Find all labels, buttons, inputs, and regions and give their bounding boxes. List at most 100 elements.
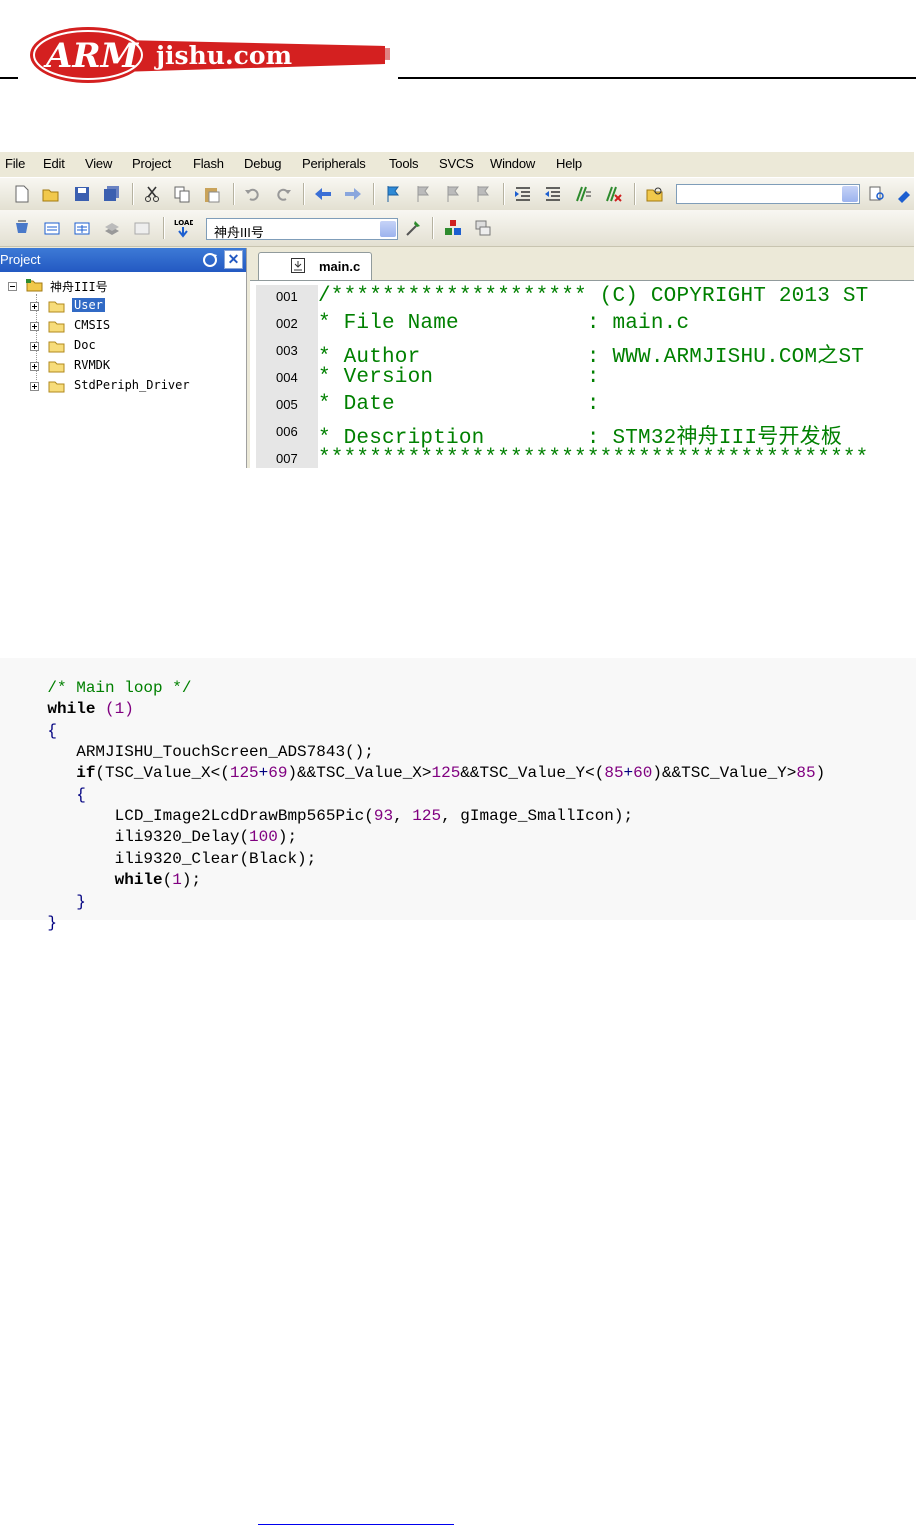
- code-line: /******************** (C) COPYRIGHT 2013…: [318, 285, 869, 308]
- menu-svcs[interactable]: SVCS: [439, 156, 474, 171]
- snippet-line: {: [9, 768, 86, 804]
- copy-icon[interactable]: [173, 185, 191, 203]
- menu-flash[interactable]: Flash: [193, 156, 224, 171]
- manage-components-icon[interactable]: [444, 219, 462, 237]
- line-number: 003: [276, 343, 298, 358]
- tree-folder-rvmdk[interactable]: RVMDK: [30, 358, 240, 376]
- source-file-icon: [291, 258, 305, 273]
- chevron-down-icon[interactable]: [380, 221, 396, 237]
- code-number: 85: [796, 764, 816, 782]
- menu-peripherals[interactable]: Peripherals: [302, 156, 366, 171]
- expand-icon[interactable]: [30, 362, 39, 371]
- target-select[interactable]: 神舟III号: [206, 218, 398, 240]
- tree-folder-cmsis[interactable]: CMSIS: [30, 318, 240, 336]
- prev-bookmark-icon[interactable]: [414, 185, 432, 203]
- menu-help[interactable]: Help: [556, 156, 582, 171]
- find-icon[interactable]: [868, 185, 886, 203]
- code-operator: +: [623, 764, 634, 782]
- project-pane-title: Project: [0, 252, 41, 267]
- clear-bookmarks-icon[interactable]: [474, 185, 492, 203]
- line-number: 004: [276, 370, 298, 385]
- download-load-icon[interactable]: LOAD: [173, 217, 193, 239]
- snippet-line: ili9320_Clear(Black);: [9, 832, 317, 868]
- save-icon[interactable]: [73, 185, 91, 203]
- tree-folder-user[interactable]: User: [30, 298, 240, 316]
- toolbar-separator: [432, 217, 433, 239]
- indent-icon[interactable]: [514, 185, 532, 203]
- new-file-icon[interactable]: [13, 185, 31, 203]
- find-in-files-icon[interactable]: [646, 185, 664, 203]
- build-icon[interactable]: [43, 219, 61, 237]
- batch-build-icon[interactable]: [103, 219, 121, 237]
- collapse-icon[interactable]: [8, 282, 17, 291]
- cut-icon[interactable]: [143, 185, 161, 203]
- menu-debug[interactable]: Debug: [244, 156, 282, 171]
- snippet-line: }: [9, 896, 57, 932]
- tree-root-label: 神舟III号: [50, 280, 108, 294]
- rebuild-icon[interactable]: [73, 219, 91, 237]
- folder-icon: [48, 301, 65, 313]
- code-line: * Date :: [318, 393, 600, 416]
- header-rule: [398, 77, 916, 79]
- code-number: 125: [431, 764, 461, 782]
- footer-link-underline[interactable]: [258, 1524, 454, 1525]
- menu-view[interactable]: View: [85, 156, 112, 171]
- debug-session-icon[interactable]: [896, 185, 914, 203]
- file-extensions-icon[interactable]: [474, 219, 492, 237]
- folder-icon: [48, 381, 65, 393]
- editor-tab-bar: main.c: [250, 248, 914, 280]
- find-input[interactable]: [676, 184, 860, 204]
- nav-forward-icon[interactable]: [344, 185, 362, 203]
- target-options-icon[interactable]: [404, 219, 422, 237]
- redo-icon[interactable]: [274, 185, 292, 203]
- snippet-line: while (1): [9, 682, 133, 718]
- menu-bar: File Edit View Project Flash Debug Perip…: [0, 152, 914, 176]
- menu-project[interactable]: Project: [132, 156, 171, 171]
- menu-file[interactable]: File: [5, 156, 25, 171]
- open-folder-icon[interactable]: [42, 185, 60, 203]
- translate-icon[interactable]: [13, 219, 31, 237]
- menu-edit[interactable]: Edit: [43, 156, 65, 171]
- comment-icon[interactable]: [574, 185, 592, 203]
- code-number: 93: [373, 807, 394, 825]
- code-editor[interactable]: 001 002 003 004 005 006 007 /***********…: [250, 280, 914, 468]
- toolbar-separator: [303, 183, 304, 205]
- next-bookmark-icon[interactable]: [444, 185, 462, 203]
- expand-icon[interactable]: [30, 322, 39, 331]
- snippet-line: {: [9, 704, 57, 740]
- close-pane-button[interactable]: ✕: [224, 250, 243, 269]
- chevron-down-icon[interactable]: [842, 186, 858, 202]
- bookmark-icon[interactable]: [384, 185, 402, 203]
- stop-build-icon[interactable]: [133, 219, 151, 237]
- save-all-icon[interactable]: [103, 185, 121, 203]
- target-select-value: 神舟III号: [214, 225, 264, 240]
- tab-label: main.c: [319, 259, 361, 274]
- tree-folder-stdperiph-driver[interactable]: StdPeriph_Driver: [30, 378, 240, 396]
- expand-icon[interactable]: [30, 302, 39, 311]
- tab-main-c[interactable]: main.c: [258, 252, 372, 280]
- unindent-icon[interactable]: [544, 185, 562, 203]
- undo-icon[interactable]: [244, 185, 262, 203]
- code-line: * Version :: [318, 366, 600, 389]
- tree-folder-doc[interactable]: Doc: [30, 338, 240, 356]
- expand-icon[interactable]: [30, 342, 39, 351]
- menu-tools[interactable]: Tools: [389, 156, 419, 171]
- snippet-line: /* Main loop */: [9, 661, 191, 697]
- expand-icon[interactable]: [30, 382, 39, 391]
- tree-root[interactable]: 神舟III号: [6, 278, 246, 296]
- code-operator: +: [258, 764, 269, 782]
- tree-folder-label: User: [72, 298, 105, 312]
- uncomment-icon[interactable]: [604, 185, 622, 203]
- toolbar-separator: [503, 183, 504, 205]
- tree-folder-label: CMSIS: [74, 318, 111, 332]
- nav-back-icon[interactable]: [314, 185, 332, 203]
- menu-window[interactable]: Window: [490, 156, 535, 171]
- paste-icon[interactable]: [203, 185, 221, 203]
- pin-icon[interactable]: [201, 251, 219, 269]
- code-text: ): [815, 764, 826, 782]
- tree-folder-label: StdPeriph_Driver: [74, 378, 190, 392]
- code-text: (TSC_Value_X<(: [95, 764, 230, 782]
- code-text: ,: [393, 807, 413, 825]
- code-number: (1): [95, 700, 134, 718]
- code-number: 125: [229, 764, 259, 782]
